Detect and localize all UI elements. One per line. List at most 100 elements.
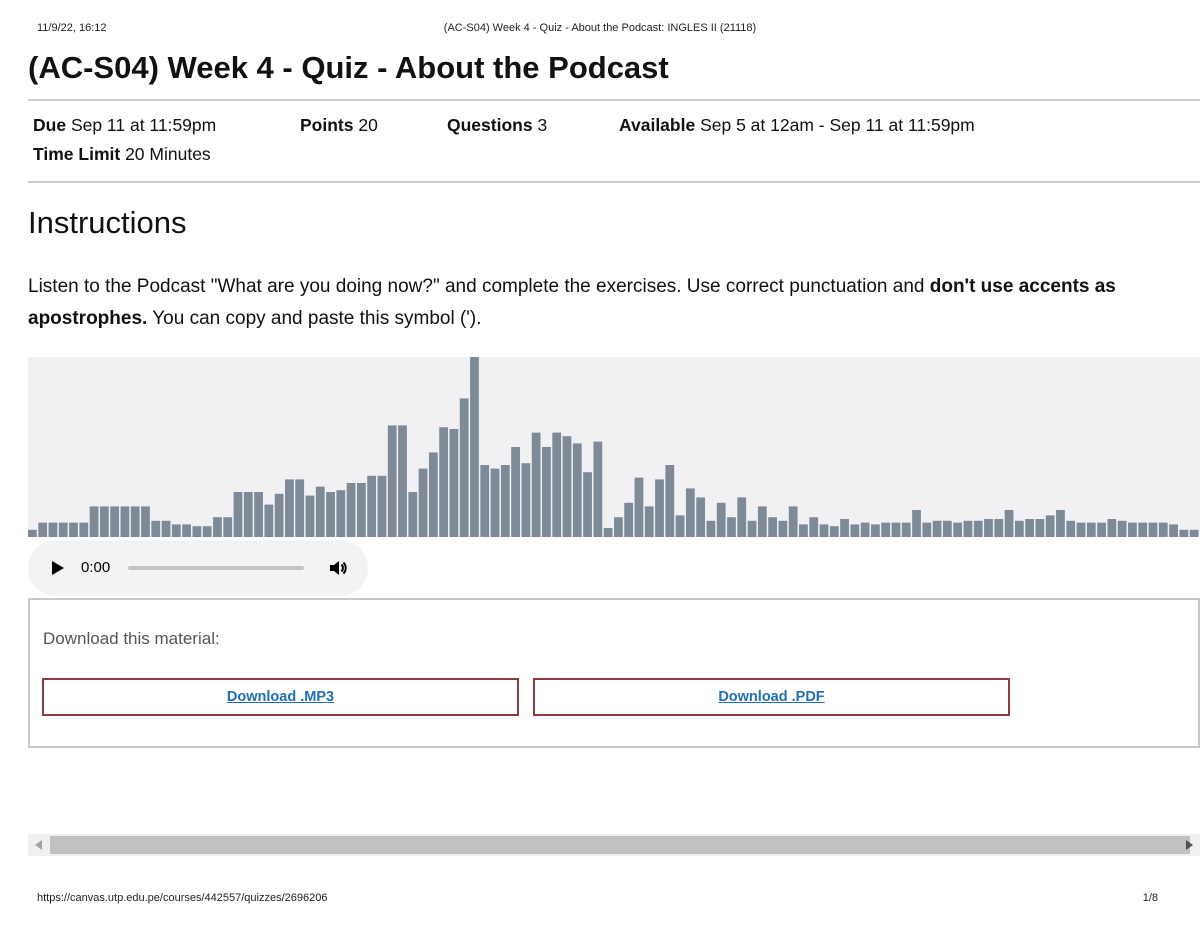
waveform-bar (377, 475, 387, 537)
waveform-bar (860, 522, 870, 537)
instructions-text: Listen to the Podcast "What are you doin… (28, 271, 1188, 335)
waveform-bar (614, 517, 623, 537)
waveform-bar (901, 522, 911, 537)
waveform-bar (490, 468, 500, 537)
due-value: Sep 11 at 11:59pm (70, 115, 217, 135)
waveform-bar (603, 528, 613, 537)
waveform-bar (799, 524, 808, 537)
waveform-bar (398, 425, 407, 537)
waveform-bar (1189, 529, 1199, 537)
waveform-bar (757, 506, 767, 537)
waveform-bar (552, 432, 562, 537)
waveform-bar (459, 398, 469, 537)
waveform-bar (58, 522, 68, 537)
waveform-bar (336, 490, 346, 537)
due-detail: Due Sep 11 at 11:59pm (33, 115, 216, 136)
download-pdf-button[interactable]: Download .PDF (533, 678, 1010, 716)
instructions-text-part-1: Listen to the Podcast "What are you doin… (28, 276, 930, 297)
waveform-bar (1004, 510, 1014, 537)
waveform-bar (963, 520, 973, 537)
waveform-bar (192, 526, 202, 537)
questions-label: Questions (447, 115, 533, 135)
questions-detail: Questions 3 (447, 115, 547, 136)
waveform-bar (531, 432, 541, 537)
waveform-bar (644, 506, 654, 537)
waveform-bar (953, 522, 963, 537)
waveform-bar (1097, 522, 1106, 537)
waveform-bar (809, 517, 819, 537)
play-icon[interactable] (52, 561, 64, 575)
waveform-bar (141, 506, 150, 537)
waveform-bar (254, 492, 263, 537)
audio-progress-slider[interactable] (128, 566, 304, 570)
waveform-bar (942, 520, 952, 537)
scroll-right-icon[interactable] (1186, 840, 1193, 850)
scroll-left-icon[interactable] (35, 840, 42, 850)
waveform-bar (213, 517, 222, 537)
print-header: 11/9/22, 16:12 (AC-S04) Week 4 - Quiz - … (37, 22, 1163, 38)
waveform-bar (1014, 520, 1024, 537)
instructions-heading: Instructions (28, 205, 187, 240)
waveform-bar (264, 504, 274, 537)
waveform-bar (778, 520, 788, 537)
time-limit-value: 20 Minutes (125, 144, 211, 164)
waveform-bar (1128, 522, 1137, 537)
page-title: (AC-S04) Week 4 - Quiz - About the Podca… (28, 50, 669, 85)
waveform-bar (562, 436, 572, 537)
waveform-bar (1148, 522, 1158, 537)
download-pdf-link[interactable]: Download .PDF (718, 689, 824, 705)
download-mp3-button[interactable]: Download .MP3 (42, 678, 519, 716)
waveform-bar (69, 522, 78, 537)
print-doc-title: (AC-S04) Week 4 - Quiz - About the Podca… (443, 22, 757, 34)
audio-player[interactable]: 0:00 (28, 540, 368, 596)
waveform-bar (696, 497, 706, 537)
waveform-bar (881, 522, 891, 537)
points-label: Points (300, 115, 354, 135)
waveform-bar (819, 524, 829, 537)
footer-url: https://canvas.utp.edu.pe/courses/442557… (37, 892, 328, 904)
due-label: Due (33, 115, 67, 135)
waveform-bar (1138, 522, 1148, 537)
waveform-bar (408, 492, 418, 537)
audio-time: 0:00 (81, 559, 111, 576)
waveform-bar (171, 524, 181, 537)
waveform-bar (418, 468, 428, 537)
waveform-bar (274, 493, 284, 537)
waveform-bar (367, 475, 377, 537)
waveform-bar (305, 495, 315, 537)
waveform-bar (38, 522, 48, 537)
waveform-bar (1086, 522, 1096, 537)
waveform-bar (449, 429, 459, 537)
points-value: 20 (358, 115, 378, 135)
waveform-bar (829, 526, 839, 537)
waveform-bar (984, 519, 993, 537)
waveform-bar (850, 524, 860, 537)
volume-icon[interactable] (328, 558, 348, 583)
waveform-bar (521, 463, 531, 537)
waveform-bar (1076, 522, 1086, 537)
footer-page-number: 1/8 (1142, 892, 1158, 904)
waveform-bar (130, 506, 140, 537)
audio-waveform (28, 357, 1200, 537)
download-mp3-link[interactable]: Download .MP3 (227, 689, 334, 705)
waveform-bar (542, 447, 551, 537)
waveform-bar (151, 520, 161, 537)
divider (28, 181, 1200, 183)
waveform-bar (891, 522, 901, 537)
download-material-box: Download this material: Download .MP3 Do… (28, 598, 1200, 748)
scrollbar-thumb[interactable] (50, 836, 1190, 854)
waveform-bar (99, 506, 109, 537)
time-limit-detail: Time Limit 20 Minutes (33, 144, 211, 165)
available-value: Sep 5 at 12am - Sep 11 at 11:59pm (700, 115, 975, 135)
waveform-bar (716, 502, 726, 537)
waveform-bar (912, 510, 921, 537)
waveform-bar (120, 506, 130, 537)
waveform-bar (511, 447, 520, 537)
waveform-bar (182, 524, 191, 537)
waveform-bar (665, 465, 675, 537)
waveform-bar (727, 517, 736, 537)
waveform-bar (89, 506, 99, 537)
waveform-bar (79, 522, 89, 537)
horizontal-scrollbar[interactable] (28, 834, 1200, 856)
waveform-chart (28, 357, 1199, 537)
